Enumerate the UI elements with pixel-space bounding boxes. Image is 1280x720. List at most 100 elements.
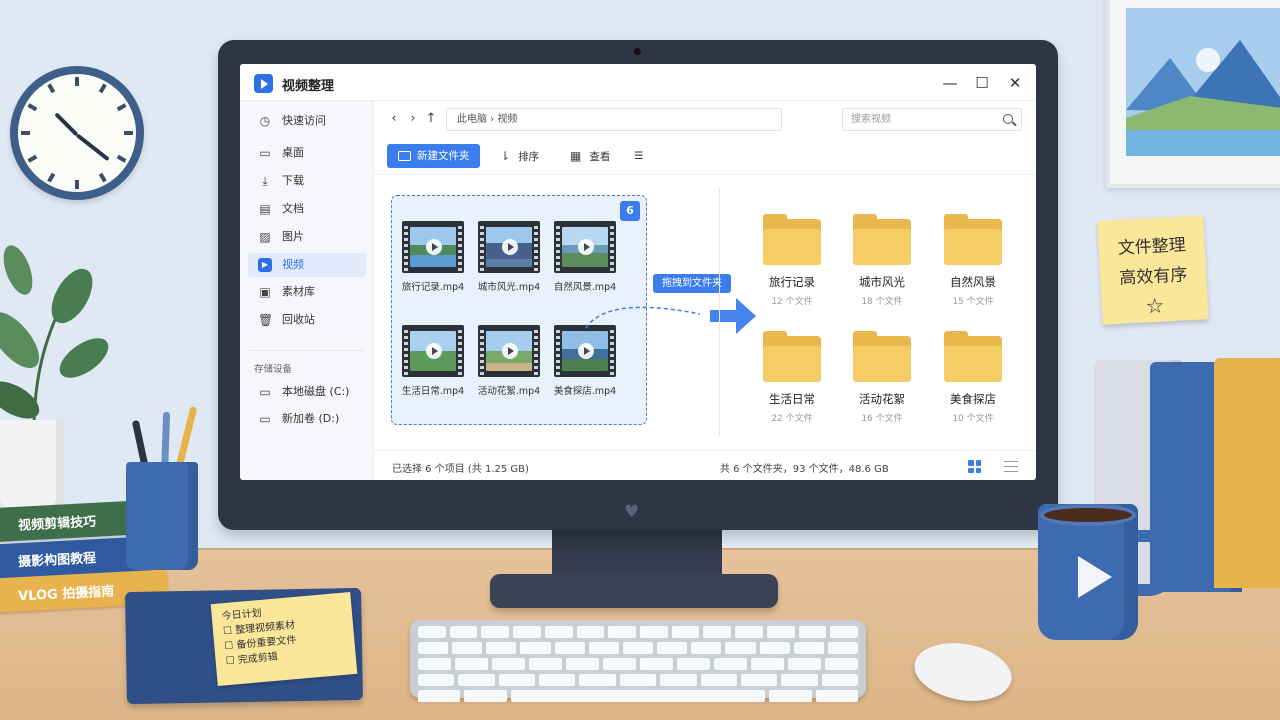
sidebar-item-desktop[interactable]: ▭ 桌面 (248, 141, 366, 165)
folder-count: 15 个文件 (952, 297, 994, 307)
folder-item[interactable]: 活动花絮 16 个文件 (837, 331, 927, 424)
maximize-button[interactable]: ☐ (969, 72, 995, 94)
clock-face (18, 74, 136, 192)
up-button[interactable]: ↑ (424, 111, 438, 126)
search-icon[interactable] (1003, 114, 1013, 124)
folder-item[interactable]: 自然风景 15 个文件 (928, 214, 1018, 307)
file-name: 生活日常.mp4 (401, 386, 465, 397)
wall-note-line: 高效有序 ☆ (1118, 265, 1188, 318)
sidebar-item-label: 快速访问 (282, 114, 326, 127)
video-file[interactable]: 旅行记录.mp4 (398, 221, 468, 293)
sidebar-item-label: 视频 (282, 258, 304, 271)
download-icon: ⤓ (262, 174, 268, 188)
sidebar-item-quick-access[interactable]: ◷ 快速访问 (248, 109, 366, 133)
play-icon (502, 343, 518, 359)
more-menu-button[interactable]: ☰ (634, 144, 643, 168)
address-bar[interactable]: 此电脑 › 视频 (446, 108, 782, 131)
clock-icon: ◷ (259, 114, 271, 128)
folder-item[interactable]: 生活日常 22 个文件 (747, 331, 837, 424)
video-file[interactable]: 城市风光.mp4 (474, 221, 544, 293)
sidebar-item-label: 回收站 (282, 313, 315, 326)
video-icon: ▶ (258, 258, 272, 272)
folder-item[interactable]: 城市风光 18 个文件 (837, 214, 927, 307)
video-thumbnail (478, 221, 540, 273)
back-button[interactable]: ‹ (387, 111, 401, 126)
drive-icon: ▭ (259, 385, 271, 399)
folder-summary: 共 6 个文件夹，93 个文件，48.6 GB (720, 464, 889, 475)
sidebar-item-videos[interactable]: ▶ 视频 (248, 253, 366, 277)
file-name: 自然风景.mp4 (553, 282, 617, 293)
new-folder-icon (398, 151, 411, 161)
folder-count: 18 个文件 (861, 297, 903, 307)
folder-count: 16 个文件 (861, 414, 903, 424)
wall-clock (10, 66, 144, 200)
menu-icon: ☰ (634, 150, 644, 162)
sidebar-divider (250, 350, 364, 351)
new-folder-button[interactable]: 新建文件夹 (387, 144, 480, 168)
new-folder-label: 新建文件夹 (417, 150, 470, 162)
sidebar-item-documents[interactable]: ▤ 文档 (248, 197, 366, 221)
window-title: 视频整理 (282, 79, 335, 94)
grid-view-icon[interactable] (968, 460, 981, 473)
forward-button[interactable]: › (406, 111, 420, 126)
sort-label: 排序 (518, 151, 540, 163)
file-name: 城市风光.mp4 (477, 282, 541, 293)
title-bar: 视频整理 — ☐ ✕ (240, 64, 1036, 101)
sidebar-item-label: 文档 (282, 202, 304, 215)
folder-icon (763, 331, 821, 382)
video-thumbnail (402, 325, 464, 377)
folder-item[interactable]: 旅行记录 12 个文件 (747, 214, 837, 307)
play-icon (578, 239, 594, 255)
view-icon: ▦ (570, 149, 582, 163)
sidebar-item-pictures[interactable]: ▨ 图片 (248, 225, 366, 249)
video-app-icon (254, 74, 273, 93)
video-file[interactable]: 活动花絮.mp4 (474, 325, 544, 397)
clock-minute-hand (75, 133, 110, 162)
selection-count-badge: 6 (620, 201, 640, 221)
wall-note-line: 文件整理 (1117, 235, 1187, 259)
list-view-icon[interactable] (1004, 461, 1018, 472)
minimize-button[interactable]: — (937, 72, 963, 94)
sidebar-item-drive-c[interactable]: ▭ 本地磁盘 (C:) (248, 380, 366, 404)
file-name: 活动花絮.mp4 (477, 386, 541, 397)
sidebar-item-recycle-bin[interactable]: 🗑 回收站 (248, 308, 366, 332)
folder-count: 10 个文件 (952, 414, 994, 424)
video-thumbnail (554, 221, 616, 273)
file-name: 美食探店.mp4 (553, 386, 617, 397)
view-button[interactable]: ▦ 查看 (570, 144, 610, 168)
video-file[interactable]: 生活日常.mp4 (398, 325, 468, 397)
sidebar-item-downloads[interactable]: ⤓ 下载 (248, 169, 366, 193)
toolbar-divider (374, 174, 1036, 175)
file-explorer-window: 视频整理 — ☐ ✕ ◷ 快速访问 ▭ 桌面 ⤓ 下载 ▤ 文档 ▨ 图片 ▶ … (240, 64, 1036, 480)
folder-name: 生活日常 (769, 392, 815, 406)
play-icon (426, 239, 442, 255)
folder-item[interactable]: 美食探店 10 个文件 (928, 331, 1018, 424)
video-thumbnail (478, 325, 540, 377)
sidebar-item-drive-d[interactable]: ▭ 新加卷 (D:) (248, 407, 366, 431)
close-button[interactable]: ✕ (1002, 72, 1028, 94)
pen-cup (126, 462, 198, 570)
sidebar-item-label: 图片 (282, 230, 304, 243)
folder-name: 活动花絮 (859, 392, 905, 406)
sort-button[interactable]: ⇂ 排序 (500, 144, 539, 168)
folder-icon (853, 214, 911, 265)
plant-leaves (0, 245, 109, 431)
video-file[interactable]: 美食探店.mp4 (550, 325, 620, 397)
monitor-base (490, 574, 778, 608)
play-icon (578, 343, 594, 359)
keyboard (410, 620, 866, 702)
folder-icon (944, 214, 1002, 265)
sidebar-item-label: 新加卷 (D:) (282, 412, 340, 425)
search-placeholder: 搜索视频 (851, 114, 891, 125)
search-input[interactable]: 搜索视频 (842, 108, 1022, 131)
video-file[interactable]: 自然风景.mp4 (550, 221, 620, 293)
play-logo-icon (1078, 556, 1112, 598)
binder (1214, 358, 1280, 588)
sidebar-item-assets[interactable]: ▣ 素材库 (248, 280, 366, 304)
landscape-picture-frame (1106, 0, 1280, 188)
folder-icon: ▣ (259, 285, 271, 299)
trash-icon: 🗑 (258, 313, 274, 327)
view-label: 查看 (589, 151, 611, 163)
sidebar-item-label: 桌面 (282, 146, 304, 159)
plant-pot (0, 420, 64, 508)
